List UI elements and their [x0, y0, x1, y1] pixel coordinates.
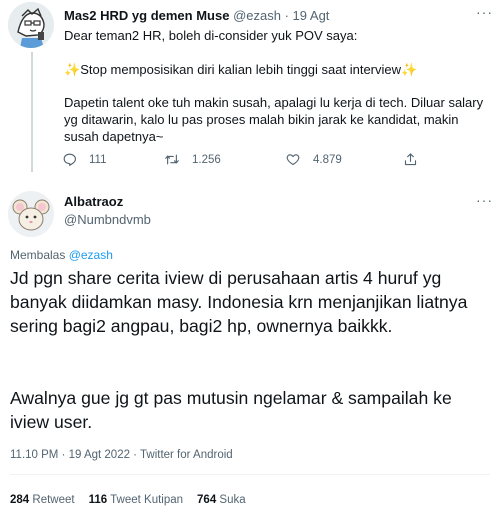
divider	[10, 474, 490, 475]
tweet-text-highlight: ✨Stop memposisikan diri kalian lebih tin…	[64, 61, 484, 78]
more-icon[interactable]: ···	[476, 192, 493, 208]
share-button[interactable]	[403, 152, 418, 167]
reply-count: 111	[89, 153, 107, 166]
like-button[interactable]: 4.879	[285, 152, 342, 167]
display-name[interactable]: Mas2 HRD yg demen Muse	[64, 8, 229, 23]
parent-tweet[interactable]: Mas2 HRD yg demen Muse @ezash · 19 Agt ·…	[0, 0, 500, 178]
quotes-value: 116	[88, 494, 108, 506]
replying-to: Membalas @ezash	[10, 248, 113, 262]
reply-button[interactable]: 111	[62, 152, 106, 167]
tweet-timestamp[interactable]: 11.10 PM · 19 Agt 2022 · Twitter for And…	[10, 449, 233, 461]
likes-value: 764	[197, 494, 217, 506]
retweets-stat[interactable]: 284 Retweet	[10, 494, 75, 506]
sparkle-icon: ✨	[401, 62, 418, 77]
tweet-date[interactable]: 19 Agt	[293, 8, 330, 23]
separator-dot: ·	[284, 8, 289, 23]
avatar[interactable]	[8, 191, 54, 237]
replying-prefix: Membalas	[10, 248, 66, 262]
likes-stat[interactable]: 764 Suka	[197, 494, 246, 506]
heart-icon	[285, 152, 301, 167]
tweet-text-paragraph: Awalnya gue jg gt pas mutusin ngelamar &…	[10, 388, 452, 432]
tweet-text-line: Dear teman2 HR, boleh di-consider yuk PO…	[64, 28, 358, 43]
retweets-label: Retweet	[32, 494, 75, 506]
display-name[interactable]: Albatraoz	[64, 194, 123, 209]
engagement-stats: 284 Retweet 116 Tweet Kutipan 764 Suka	[10, 494, 246, 506]
handle[interactable]: @Numbndvmb	[64, 212, 151, 227]
tweet-header: Mas2 HRD yg demen Muse @ezash · 19 Agt	[64, 8, 329, 23]
thread-connector-line	[31, 52, 33, 172]
more-icon[interactable]: ···	[476, 4, 493, 20]
retweets-value: 284	[10, 494, 30, 506]
retweet-count: 1.256	[192, 153, 221, 166]
reply-icon	[62, 152, 77, 167]
quotes-stat[interactable]: 116 Tweet Kutipan	[89, 494, 183, 506]
like-count: 4.879	[313, 153, 342, 166]
likes-label: Suka	[219, 494, 246, 506]
retweet-button[interactable]: 1.256	[164, 152, 221, 167]
quotes-label: Tweet Kutipan	[110, 494, 184, 506]
handle[interactable]: @ezash	[233, 8, 281, 23]
share-icon	[403, 152, 418, 167]
avatar[interactable]	[8, 2, 54, 48]
tweet-text-highlight-body: Stop memposisikan diri kalian lebih ting…	[80, 62, 402, 77]
tweet-text-paragraph: Jd pgn share cerita iview di perusahaan …	[10, 268, 468, 336]
retweet-icon	[164, 152, 180, 167]
mention-link[interactable]: @ezash	[69, 248, 113, 262]
sparkle-icon: ✨	[64, 62, 81, 77]
tweet-text-paragraph: Dapetin talent oke tuh makin susah, apal…	[64, 95, 484, 144]
